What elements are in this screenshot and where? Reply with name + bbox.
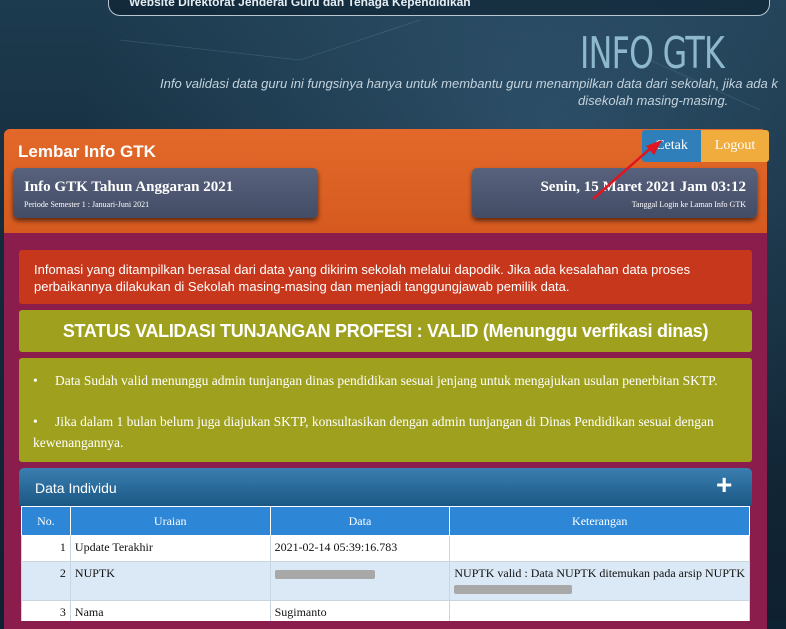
data-source-alert: Infomasi yang ditampilkan berasal dari d… — [19, 250, 752, 304]
logout-button[interactable]: Logout — [701, 130, 769, 162]
column-header-uraian: Uraian — [69, 506, 271, 536]
login-date-subtitle: Tanggal Login ke Laman Info GTK — [631, 200, 746, 209]
table-row: 1 Update Terakhir 2021-02-14 05:39:16.78… — [21, 535, 750, 562]
budget-year-title: Info GTK Tahun Anggaran 2021 — [24, 179, 234, 195]
redacted-value — [274, 569, 375, 579]
login-date-title: Senin, 15 Maret 2021 Jam 03:12 — [540, 179, 746, 195]
validation-status-banner: STATUS VALIDASI TUNJANGAN PROFESI : VALI… — [19, 310, 752, 352]
budget-period-subtitle: Periode Semester 1 : Januari-Juni 2021 — [24, 200, 150, 209]
panel-title: Lembar Info GTK — [18, 142, 156, 161]
note-text: Data Sudah valid menunggu admin tunjanga… — [55, 373, 718, 388]
row-uraian: NUPTK — [69, 561, 271, 601]
column-header-keterangan: Keterangan — [449, 506, 750, 536]
row-keterangan — [449, 600, 750, 621]
data-individu-table: No. Uraian Data Keterangan 1 Update Tera… — [21, 506, 750, 621]
row-data: 2021-02-14 05:39:16.783 — [269, 535, 451, 562]
table-row: 3 Nama Sugimanto — [21, 600, 750, 621]
plus-icon[interactable]: + — [716, 469, 732, 501]
column-header-data: Data — [269, 506, 451, 536]
column-header-no: No. — [21, 506, 71, 536]
redacted-value — [454, 584, 573, 594]
row-uraian: Update Terakhir — [69, 535, 271, 562]
row-keterangan — [449, 535, 750, 562]
note-text: Jika dalam 1 bulan belum juga diajukan S… — [33, 414, 714, 450]
row-number: 3 — [21, 600, 71, 621]
data-individu-title: Data Individu — [35, 480, 117, 496]
top-nav-bar[interactable]: Website Direktorat Jenderal Guru dan Ten… — [108, 0, 770, 16]
table-row: 2 NUPTK NUPTK valid : Data NUPTK ditemuk… — [21, 561, 750, 601]
alert-text: Infomasi yang ditampilkan berasal dari d… — [34, 262, 691, 294]
data-individu-table-wrap[interactable]: No. Uraian Data Keterangan 1 Update Tera… — [21, 506, 750, 621]
note-item: • Jika dalam 1 bulan belum juga diajukan … — [33, 411, 733, 453]
top-nav-link[interactable]: Website Direktorat Jenderal Guru dan Ten… — [129, 0, 471, 9]
login-date-card: Senin, 15 Maret 2021 Jam 03:12 Tanggal L… — [472, 168, 757, 218]
row-data — [269, 561, 451, 601]
cetak-button[interactable]: Cetak — [642, 130, 701, 162]
status-notes: • Data Sudah valid menunggu admin tunjang… — [19, 358, 752, 462]
bullet-icon: • — [33, 414, 38, 429]
note-item: • Data Sudah valid menunggu admin tunjang… — [33, 370, 733, 391]
row-keterangan: NUPTK valid : Data NUPTK ditemukan pada … — [449, 561, 750, 601]
row-number: 2 — [21, 561, 71, 601]
budget-year-card: Info GTK Tahun Anggaran 2021 Periode Sem… — [13, 168, 318, 218]
row-uraian: Nama — [69, 600, 271, 621]
row-number: 1 — [21, 535, 71, 562]
brand-logo-text: INFO GTK — [580, 28, 725, 79]
table-header-row: No. Uraian Data Keterangan — [21, 506, 750, 536]
tagline-line-2: disekolah masing-masing. — [578, 93, 729, 108]
tagline-line-1: Info validasi data guru ini fungsinya ha… — [160, 76, 778, 91]
bullet-icon: • — [33, 373, 38, 388]
row-data: Sugimanto — [269, 600, 451, 621]
data-individu-header: Data Individu + — [19, 468, 752, 506]
